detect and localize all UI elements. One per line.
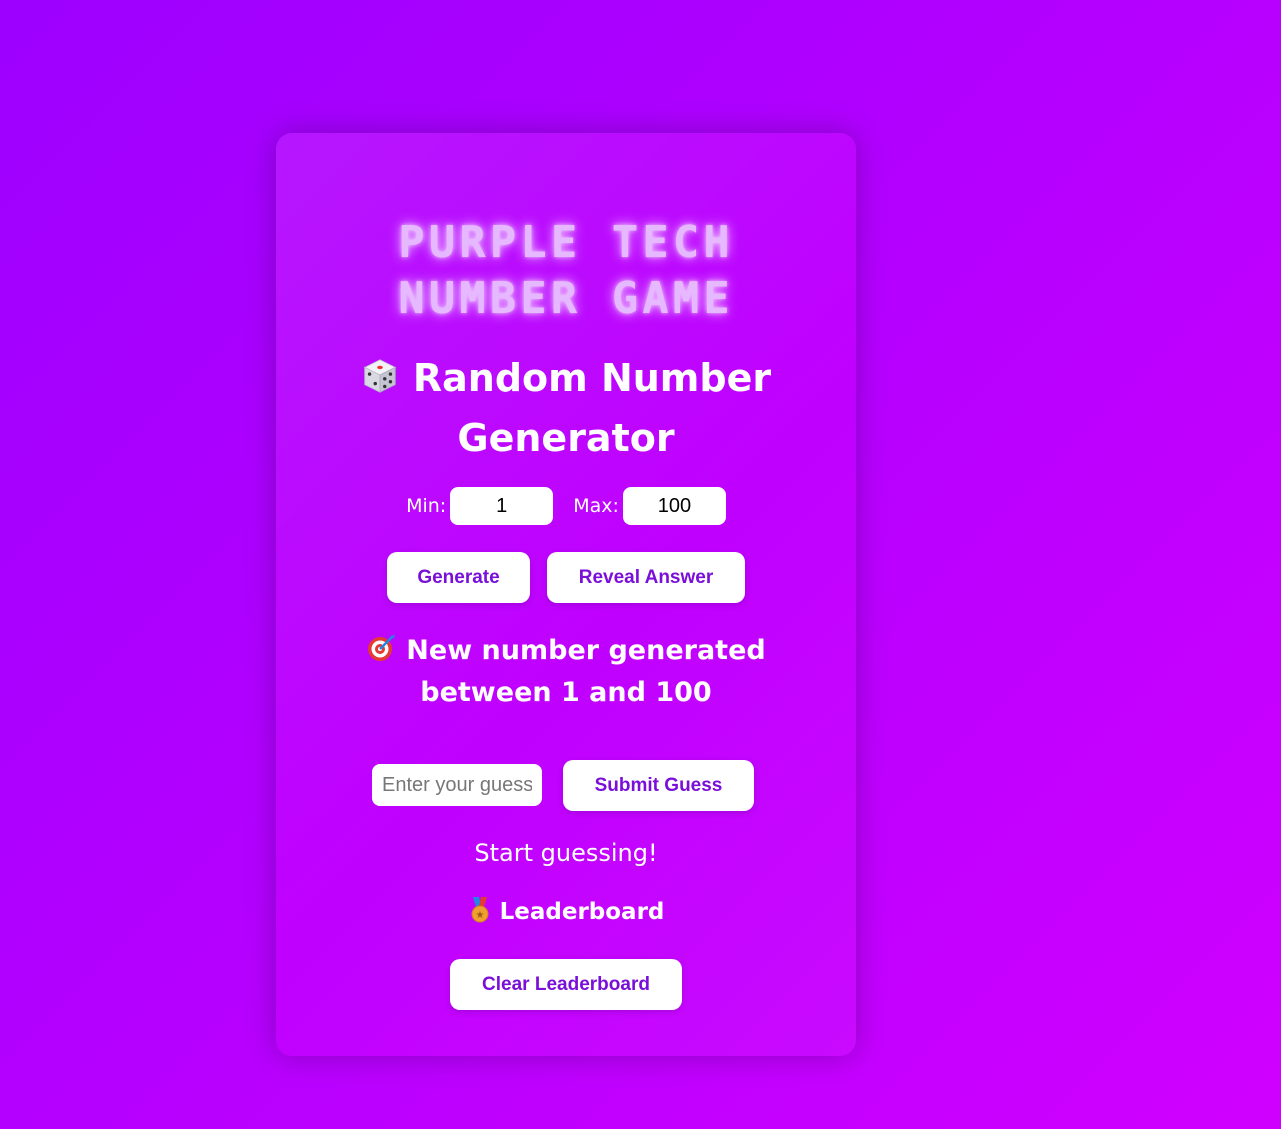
leaderboard-heading: ★ Leaderboard [276, 897, 856, 927]
page-title: PURPLE TECH NUMBER GAME [276, 215, 856, 327]
status-message: New number generated between 1 and 100 [346, 630, 786, 714]
generator-heading-text: Random Number Generator [412, 356, 772, 460]
max-input[interactable] [622, 487, 726, 525]
generate-button[interactable]: Generate [387, 552, 530, 603]
target-icon [368, 634, 396, 661]
submit-guess-button[interactable]: Submit Guess [563, 760, 754, 811]
status-text: New number generated between 1 and 100 [406, 635, 766, 708]
range-inputs: Min: Max: [276, 487, 856, 525]
svg-text:★: ★ [475, 910, 484, 921]
feedback-text: Start guessing! [474, 839, 658, 867]
max-label: Max: [573, 495, 619, 517]
dice-icon [363, 359, 397, 393]
clear-leaderboard-button[interactable]: Clear Leaderboard [450, 959, 682, 1010]
leaderboard-title: Leaderboard [499, 899, 665, 925]
medal-icon: ★ [471, 897, 489, 923]
guess-input[interactable] [372, 764, 542, 806]
generator-heading: Random Number Generator [336, 348, 796, 468]
title-line-1: PURPLE TECH [398, 217, 734, 268]
min-input[interactable] [450, 487, 554, 525]
game-card: PURPLE TECH NUMBER GAME Random Number Ge… [276, 133, 856, 1056]
title-line-2: NUMBER GAME [398, 273, 734, 324]
reveal-answer-button[interactable]: Reveal Answer [547, 552, 745, 603]
min-label: Min: [406, 495, 447, 517]
